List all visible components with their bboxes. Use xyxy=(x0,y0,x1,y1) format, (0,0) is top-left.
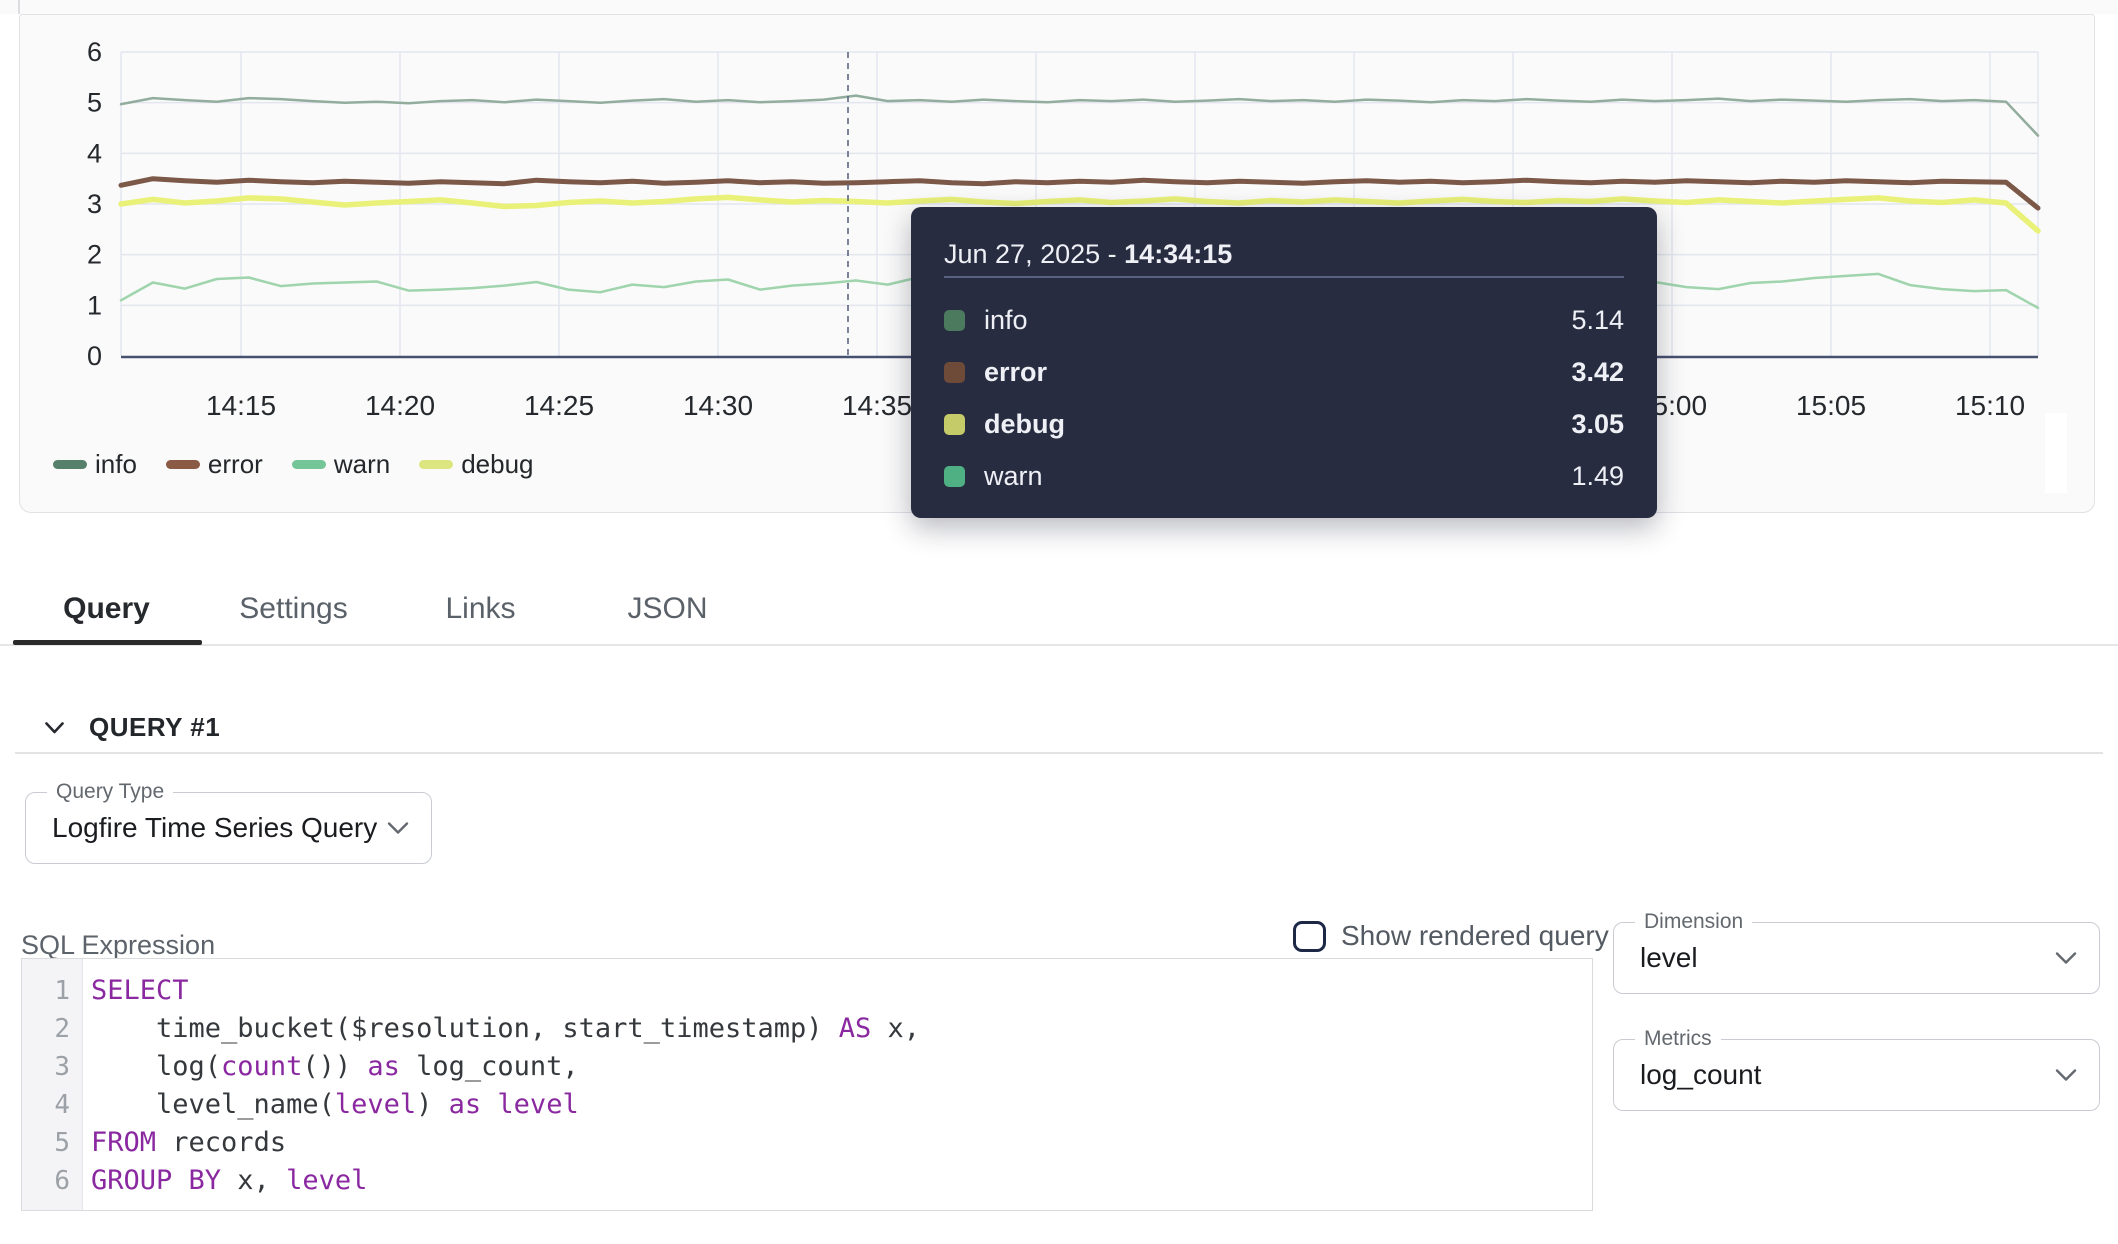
tab-bar-divider xyxy=(0,644,2118,646)
active-tab-underline xyxy=(13,640,202,645)
chevron-down-icon xyxy=(387,822,409,835)
svg-text:14:35: 14:35 xyxy=(842,390,912,421)
sql-expression-label: SQL Expression xyxy=(21,930,215,961)
series-label: debug xyxy=(984,409,1065,440)
line-number: 3 xyxy=(22,1048,70,1086)
query-section-divider xyxy=(15,752,2103,754)
series-swatch xyxy=(944,362,965,383)
query-section-header[interactable]: QUERY #1 xyxy=(45,712,220,743)
series-value: 3.42 xyxy=(1571,357,1624,388)
series-label: warn xyxy=(984,461,1043,492)
chevron-down-icon xyxy=(45,722,64,734)
sql-code-editor[interactable]: 123456 SELECT time_bucket($resolution, s… xyxy=(21,958,1593,1211)
legend-swatch xyxy=(419,460,453,469)
tooltip-divider xyxy=(944,276,1624,278)
metrics-value: log_count xyxy=(1640,1040,1761,1110)
code-line: SELECT xyxy=(91,972,920,1010)
tab-links[interactable]: Links xyxy=(387,577,574,640)
legend-swatch xyxy=(166,460,200,469)
code-line: time_bucket($resolution, start_timestamp… xyxy=(91,1010,920,1048)
line-number: 1 xyxy=(22,972,70,1010)
series-swatch xyxy=(944,310,965,331)
line-number: 6 xyxy=(22,1162,70,1200)
code-line: GROUP BY x, level xyxy=(91,1162,920,1200)
code-line: level_name(level) as level xyxy=(91,1086,920,1124)
svg-text:2: 2 xyxy=(87,240,102,270)
scrollbar-thumb[interactable] xyxy=(2045,413,2067,493)
dimension-value: level xyxy=(1640,923,1698,993)
svg-text:15:05: 15:05 xyxy=(1796,390,1866,421)
tooltip-row-error: error 3.42 xyxy=(944,346,1624,398)
tooltip-time: 14:34:15 xyxy=(1124,239,1232,269)
legend-item-debug[interactable]: debug xyxy=(419,451,533,477)
svg-text:14:20: 14:20 xyxy=(365,390,435,421)
svg-text:3: 3 xyxy=(87,189,102,219)
legend-label: info xyxy=(95,451,137,477)
series-value: 3.05 xyxy=(1571,409,1624,440)
svg-text:0: 0 xyxy=(87,341,102,371)
show-rendered-query-toggle[interactable]: Show rendered query xyxy=(1293,920,1609,952)
svg-text:15:10: 15:10 xyxy=(1955,390,2025,421)
sql-code[interactable]: SELECT time_bucket($resolution, start_ti… xyxy=(83,959,920,1210)
page: 654321014:1514:2014:2514:3014:3514:4014:… xyxy=(0,0,2118,1244)
legend-swatch xyxy=(292,460,326,469)
series-swatch xyxy=(944,466,965,487)
svg-text:6: 6 xyxy=(87,37,102,67)
chevron-down-icon xyxy=(2055,1069,2077,1082)
svg-text:14:25: 14:25 xyxy=(524,390,594,421)
chart-legend: info error warn debug xyxy=(53,451,534,477)
checkbox[interactable] xyxy=(1293,921,1326,952)
query-type-value: Logfire Time Series Query xyxy=(52,793,377,863)
chart-tooltip: Jun 27, 2025 - 14:34:15 info 5.14 error … xyxy=(911,207,1657,518)
chevron-down-icon xyxy=(2055,952,2077,965)
legend-item-error[interactable]: error xyxy=(166,451,263,477)
legend-label: error xyxy=(208,451,263,477)
svg-text:4: 4 xyxy=(87,138,102,168)
tooltip-row-warn: warn 1.49 xyxy=(944,450,1624,502)
legend-label: warn xyxy=(334,451,390,477)
svg-text:14:30: 14:30 xyxy=(683,390,753,421)
series-label: info xyxy=(984,305,1028,336)
tab-query[interactable]: Query xyxy=(13,577,200,640)
legend-item-info[interactable]: info xyxy=(53,451,137,477)
metrics-select[interactable]: Metrics log_count xyxy=(1613,1039,2100,1111)
tooltip-row-info: info 5.14 xyxy=(944,294,1624,346)
checkbox-label: Show rendered query xyxy=(1341,920,1609,952)
dimension-select[interactable]: Dimension level xyxy=(1613,922,2100,994)
tooltip-date: Jun 27, 2025 - xyxy=(944,239,1117,269)
line-number-gutter: 123456 xyxy=(22,959,83,1210)
tooltip-timestamp: Jun 27, 2025 - 14:34:15 xyxy=(944,239,1232,270)
code-line: log(count()) as log_count, xyxy=(91,1048,920,1086)
svg-text:14:15: 14:15 xyxy=(206,390,276,421)
query-section-title: QUERY #1 xyxy=(89,712,220,743)
legend-item-warn[interactable]: warn xyxy=(292,451,390,477)
tab-json[interactable]: JSON xyxy=(574,577,761,640)
tooltip-row-debug: debug 3.05 xyxy=(944,398,1624,450)
series-label: error xyxy=(984,357,1047,388)
tab-bar: QuerySettingsLinksJSON xyxy=(13,577,761,640)
query-type-select[interactable]: Query Type Logfire Time Series Query xyxy=(25,792,432,864)
legend-swatch xyxy=(53,460,87,469)
panel-edge-remnant xyxy=(18,0,20,14)
line-number: 5 xyxy=(22,1124,70,1162)
code-line: FROM records xyxy=(91,1124,920,1162)
series-value: 1.49 xyxy=(1571,461,1624,492)
line-number: 2 xyxy=(22,1010,70,1048)
svg-text:1: 1 xyxy=(87,290,102,320)
legend-label: debug xyxy=(461,451,533,477)
top-strip xyxy=(0,0,2118,14)
tooltip-rows: info 5.14 error 3.42 debug 3.05 warn 1.4… xyxy=(944,294,1624,502)
svg-text:5: 5 xyxy=(87,88,102,118)
tab-settings[interactable]: Settings xyxy=(200,577,387,640)
series-value: 5.14 xyxy=(1571,305,1624,336)
line-number: 4 xyxy=(22,1086,70,1124)
series-swatch xyxy=(944,414,965,435)
